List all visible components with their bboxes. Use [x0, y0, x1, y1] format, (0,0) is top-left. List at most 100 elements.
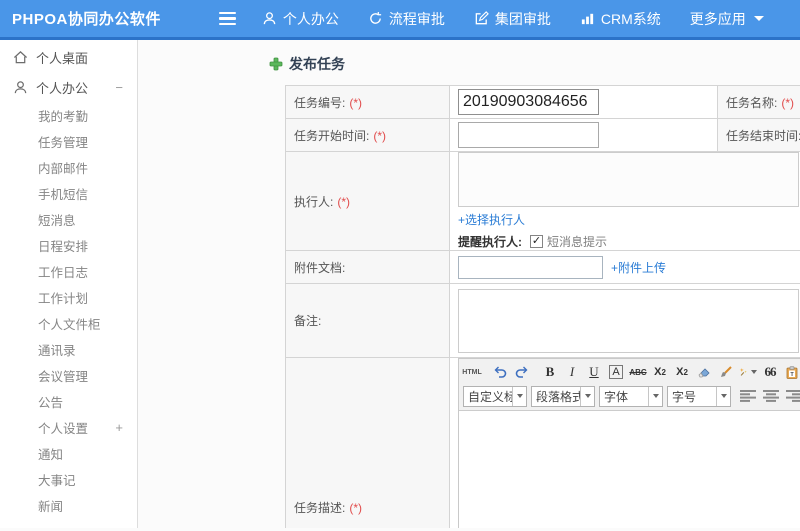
sidebar-item-personal-office[interactable]: 个人办公 − [0, 72, 137, 102]
strikethrough-button[interactable]: ABC [628, 362, 648, 382]
user-icon [14, 80, 27, 93]
underline-button[interactable]: U [584, 362, 604, 382]
nav-label: 个人办公 [282, 10, 339, 27]
alignment-buttons [740, 390, 800, 402]
sub-base: X [676, 366, 684, 378]
top-nav: 个人办公 流程审批 集团审批 CRM系统 更多应用 [262, 9, 793, 29]
page-header: 发布任务 [269, 54, 800, 74]
attachment-input[interactable] [458, 255, 603, 279]
remark-label-cell: 备注: [285, 283, 450, 358]
sidebar-item-task-management[interactable]: 任务管理 [0, 128, 137, 154]
app-logo: PHPOA协同办公软件 [12, 11, 161, 28]
select-caret [716, 386, 730, 406]
select-caret [580, 386, 594, 406]
choose-executor-link[interactable]: +选择执行人 [458, 213, 525, 227]
task-number-label-cell: 任务编号: (*) [285, 85, 450, 119]
eraser-button[interactable] [694, 362, 714, 382]
attachment-label-cell: 附件文档: [285, 250, 450, 284]
font-size-select[interactable]: 字号 [667, 385, 731, 407]
sidebar-item-label: 工作计划 [38, 291, 89, 306]
nav-more-apps[interactable]: 更多应用 [690, 9, 764, 29]
user-icon [263, 12, 276, 25]
app-window: PHPOA协同办公软件 个人办公 流程审批 集团审批 CRM系统 更多应用 个人… [0, 0, 800, 531]
nav-workflow-approval[interactable]: 流程审批 [368, 9, 445, 29]
editor-content-area[interactable] [459, 411, 800, 528]
topbar: PHPOA协同办公软件 个人办公 流程审批 集团审批 CRM系统 更多应用 [0, 0, 800, 40]
sidebar-item-schedule[interactable]: 日程安排 [0, 232, 137, 258]
align-left-icon[interactable] [740, 390, 756, 402]
sidebar-item-label: 个人设置 [38, 421, 89, 436]
hamburger-menu-icon[interactable] [218, 11, 236, 26]
nav-label: 流程审批 [388, 10, 445, 27]
custom-heading-select[interactable]: 自定义标题 [463, 385, 527, 407]
field-label: 任务结束时间: [726, 128, 800, 143]
format-brush-button[interactable] [716, 362, 736, 382]
sms-remind-label: 短消息提示 [547, 235, 608, 249]
process-cycle-icon [370, 11, 381, 24]
align-right-icon[interactable] [786, 390, 800, 402]
chevron-down-icon [720, 394, 727, 398]
redo-button[interactable] [512, 362, 532, 382]
sidebar-item-label: 内部邮件 [38, 161, 89, 176]
remark-textarea[interactable] [458, 288, 799, 353]
check-icon: ✓ [531, 235, 542, 247]
sidebar-item-meeting-management[interactable]: 会议管理 [0, 362, 137, 388]
superscript-button[interactable]: X2 [650, 362, 670, 382]
source-code-button[interactable]: HTML [462, 362, 482, 382]
align-center-icon[interactable] [763, 390, 779, 402]
subscript-button[interactable]: X2 [672, 362, 692, 382]
sidebar-item-label: 个人办公 [36, 80, 89, 96]
border-box-button[interactable]: A [606, 362, 626, 382]
sub-mark: 2 [683, 367, 688, 377]
executor-textarea[interactable] [458, 152, 799, 207]
sidebar-item-notice[interactable]: 通知 [0, 440, 137, 466]
task-number-input[interactable] [458, 89, 599, 115]
start-time-input[interactable] [458, 122, 599, 148]
sidebar-item-news[interactable]: 新闻 [0, 492, 137, 518]
chevron-down-icon [516, 394, 523, 398]
sidebar-item-contacts[interactable]: 通讯录 [0, 336, 137, 362]
nav-personal-office[interactable]: 个人办公 [262, 9, 339, 29]
blockquote-button[interactable]: 66 [760, 362, 780, 382]
field-label: 附件文档: [294, 260, 346, 275]
required-mark: (*) [337, 194, 351, 209]
highlight-wand-button[interactable] [738, 362, 758, 382]
sidebar-item-personal-desktop[interactable]: 个人桌面 [0, 42, 137, 72]
magic-wand-icon [739, 368, 747, 376]
sup-mark: 2 [661, 367, 666, 377]
select-label: 自定义标题 [468, 389, 512, 404]
sidebar-item-internal-mail[interactable]: 内部邮件 [0, 154, 137, 180]
undo-button[interactable] [490, 362, 510, 382]
sidebar-item-memorabilia[interactable]: 大事记 [0, 466, 137, 492]
paragraph-format-select[interactable]: 段落格式 [531, 385, 595, 407]
sidebar-item-mobile-sms[interactable]: 手机短信 [0, 180, 137, 206]
brush-icon [721, 366, 732, 377]
nav-group-approval[interactable]: 集团审批 [474, 9, 551, 29]
expand-toggle-icon[interactable]: + [115, 420, 123, 435]
remind-executor-label: 提醒执行人: [458, 235, 522, 249]
sms-remind-checkbox[interactable]: ✓ [530, 235, 543, 248]
attachment-upload-link[interactable]: +附件上传 [611, 259, 666, 276]
chevron-down-icon [753, 16, 764, 21]
sidebar-item-label: 短消息 [38, 213, 76, 228]
sidebar-item-work-plan[interactable]: 工作计划 [0, 284, 137, 310]
sidebar-item-label: 手机短信 [38, 187, 89, 202]
bar-chart-icon [581, 13, 593, 25]
paste-plain-button[interactable]: T [782, 362, 800, 382]
required-mark: (*) [349, 95, 363, 110]
eraser-icon [698, 368, 710, 378]
collapse-toggle-icon[interactable]: − [115, 80, 123, 95]
sidebar-item-my-attendance[interactable]: 我的考勤 [0, 102, 137, 128]
task-name-label-cell: 任务名称: (*) [717, 85, 800, 119]
sidebar-item-personal-settings[interactable]: 个人设置 + [0, 414, 137, 440]
sidebar-item-personal-files[interactable]: 个人文件柜 [0, 310, 137, 336]
font-family-select[interactable]: 字体 [599, 385, 663, 407]
chevron-down-icon [652, 394, 659, 398]
sidebar-item-announcement[interactable]: 公告 [0, 388, 137, 414]
sidebar-item-work-log[interactable]: 工作日志 [0, 258, 137, 284]
nav-crm-system[interactable]: CRM系统 [580, 9, 661, 29]
italic-button[interactable]: I [562, 362, 582, 382]
sidebar-item-short-message[interactable]: 短消息 [0, 206, 137, 232]
bold-button[interactable]: B [540, 362, 560, 382]
executor-label-cell: 执行人: (*) [285, 151, 450, 251]
